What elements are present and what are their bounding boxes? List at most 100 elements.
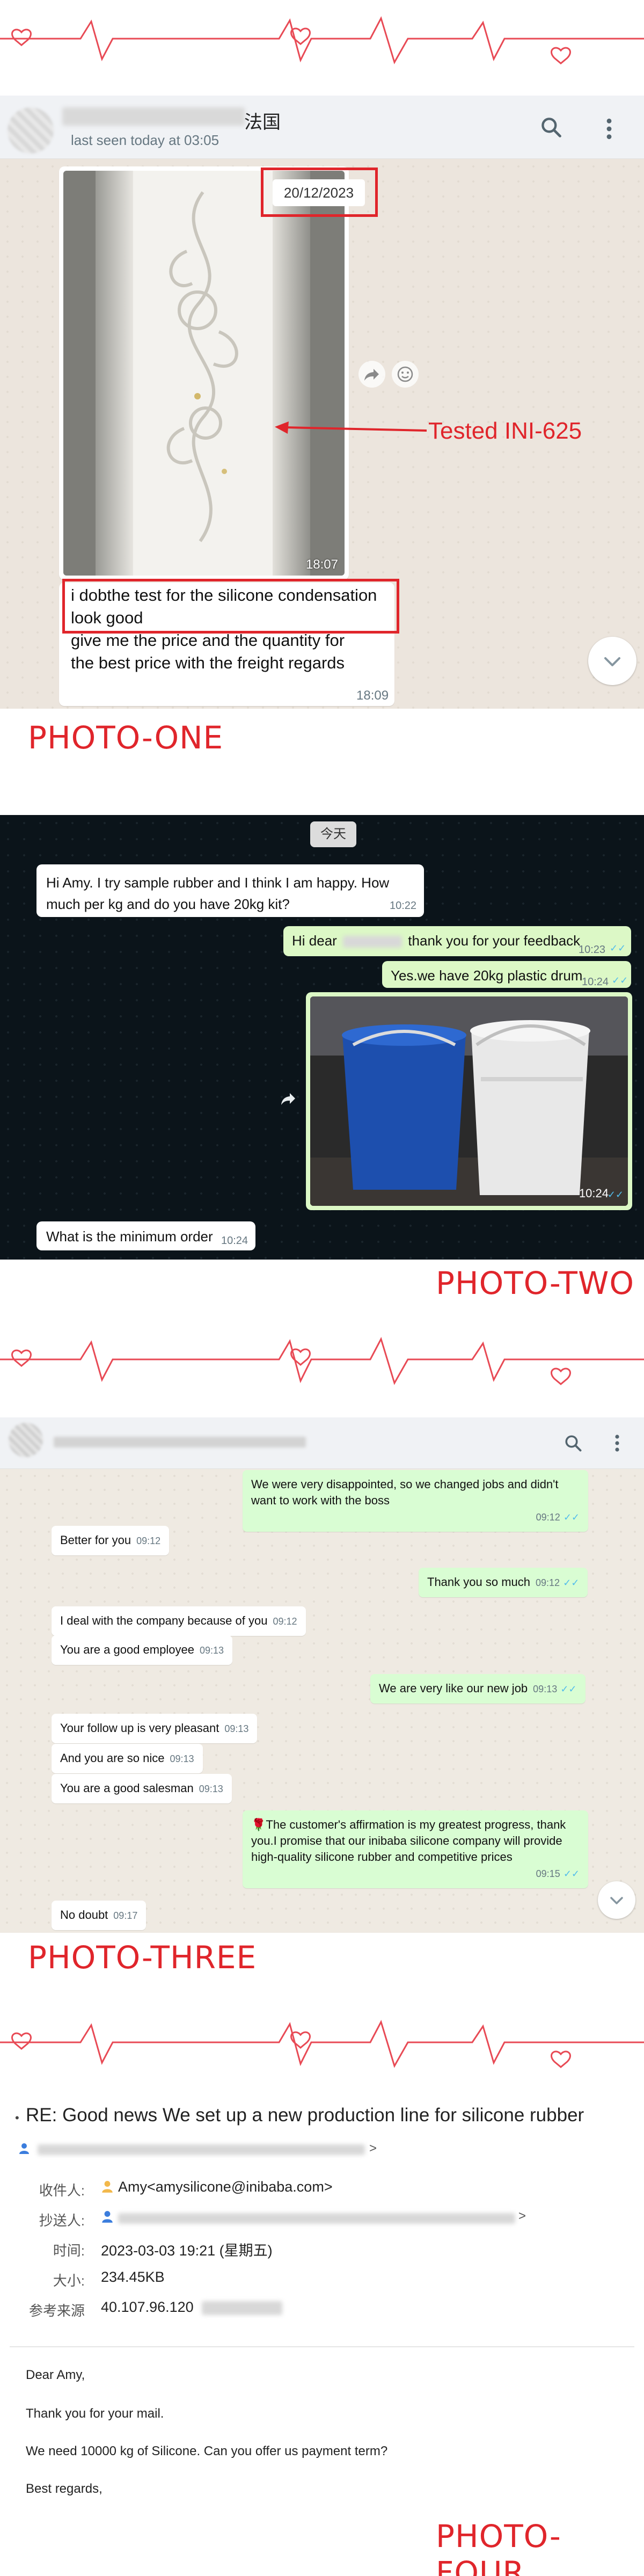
incoming-message[interactable]: Your follow up is very pleasant 09:13 — [52, 1714, 258, 1743]
time-label: 时间: — [53, 2243, 85, 2259]
more-options-icon[interactable] — [601, 117, 617, 141]
message-timestamp: 09:13 — [199, 1784, 223, 1794]
email-closing: Best regards, — [26, 2482, 103, 2496]
read-receipt-icon: ✓✓ — [607, 1189, 624, 1200]
contact-avatar[interactable] — [9, 1423, 43, 1457]
message-timestamp: 09:15 — [536, 1868, 560, 1879]
outgoing-message[interactable]: We were very disappointed, so we changed… — [243, 1470, 588, 1532]
message-text-suffix: thank you for your feedback — [408, 933, 581, 949]
message-text: Better for you — [60, 1533, 131, 1547]
message-text: give me the price and the quantity for t… — [71, 631, 345, 672]
read-receipt-icon: ✓✓ — [563, 1868, 580, 1879]
blurred-cc — [118, 2213, 515, 2224]
incoming-message[interactable]: You are a good employee 09:13 — [52, 1635, 232, 1665]
date-label: 20/12/2023 — [273, 179, 365, 206]
caption-photo-one: PHOTO-ONE — [28, 719, 224, 756]
message-timestamp: 09:13 — [224, 1723, 249, 1734]
message-timestamp: 18:09 — [356, 688, 389, 703]
search-icon[interactable] — [539, 115, 563, 139]
outgoing-message[interactable]: We are very like our new job 09:13 ✓✓ — [370, 1674, 586, 1704]
message-timestamp: 09:12 — [535, 1577, 560, 1588]
read-receipt-icon: ✓✓ — [560, 1684, 577, 1694]
annotation-arrow — [275, 421, 427, 434]
message-timestamp: 09:13 — [199, 1645, 224, 1656]
email-subject: RE: Good news We set up a new production… — [26, 2105, 584, 2126]
message-text: We were very disappointed, so we changed… — [251, 1478, 559, 1507]
message-timestamp: 10:23 — [579, 944, 606, 956]
message-text: And you are so nice — [60, 1751, 165, 1765]
message-highlight-text: i dobthe test for the silicone condensat… — [71, 586, 377, 627]
message-timestamp: 10:22 — [390, 900, 417, 912]
recipient-icon — [102, 2181, 113, 2193]
message-text: You are a good employee — [60, 1643, 194, 1656]
last-seen-status: last seen today at 03:05 — [71, 132, 219, 148]
sender-icon — [19, 2143, 29, 2154]
annotation-label: Tested INI-625 — [428, 418, 582, 444]
search-icon[interactable] — [564, 1433, 583, 1453]
caption-photo-two: PHOTO-TWO — [436, 1265, 634, 1301]
incoming-message[interactable]: No doubt 09:17 — [52, 1901, 147, 1930]
caption-photo-three: PHOTO-THREE — [28, 1939, 257, 1976]
header-divider — [10, 2346, 634, 2347]
message-text: We are very like our new job — [379, 1682, 528, 1695]
image-timestamp: 10:24 — [579, 1187, 609, 1200]
message-timestamp: 09:12 — [273, 1616, 297, 1627]
forward-icon[interactable] — [279, 1089, 298, 1108]
read-receipt-icon: ✓✓ — [563, 1512, 580, 1523]
outgoing-message[interactable]: 🌹The customer's affirmation is my greate… — [243, 1810, 588, 1888]
heartbeat-divider-top — [0, 16, 644, 64]
message-timestamp: 09:17 — [113, 1910, 138, 1921]
message-text-prefix: Hi dear — [292, 933, 337, 949]
blurred-contact-name — [54, 1437, 306, 1447]
heartbeat-divider-middle — [0, 1337, 644, 1385]
scroll-down-button[interactable] — [598, 1881, 635, 1919]
message-text: I deal with the company because of you — [60, 1614, 268, 1627]
message-timestamp: 09:13 — [170, 1753, 194, 1764]
incoming-message[interactable]: Better for you 09:12 — [52, 1526, 170, 1555]
plastic-drums-photo[interactable] — [310, 996, 628, 1206]
image-message-bubble[interactable]: 10:24 ✓✓ — [306, 992, 632, 1210]
to-value[interactable]: Amy<amysilicone@inibaba.com> — [118, 2179, 333, 2195]
source-label: 参考来源 — [28, 2303, 85, 2319]
message-timestamp: 10:24 — [221, 1235, 248, 1247]
cc-label: 抄送人: — [39, 2213, 85, 2229]
size-label: 大小: — [53, 2273, 85, 2289]
to-label: 收件人: — [39, 2182, 85, 2199]
bullet-icon: • — [15, 2111, 19, 2124]
blurred-name — [343, 936, 402, 948]
cc-icon — [102, 2211, 113, 2223]
scroll-down-button[interactable] — [588, 637, 636, 685]
email-greeting: Dear Amy, — [26, 2368, 85, 2382]
read-receipt-icon: ✓✓ — [612, 975, 628, 986]
sender-bracket: > — [369, 2141, 377, 2156]
email-body-line: We need 10000 kg of Silicone. Can you of… — [26, 2444, 388, 2458]
incoming-message[interactable]: Hi Amy. I try sample rubber and I think … — [36, 864, 424, 917]
contact-avatar[interactable] — [8, 107, 54, 154]
read-receipt-icon: ✓✓ — [563, 1577, 580, 1588]
silicone-mold-photo[interactable] — [63, 171, 345, 576]
message-text: Yes.we have 20kg plastic drum — [391, 967, 583, 984]
message-timestamp: 09:12 — [536, 1512, 560, 1523]
emoji-reaction-icon[interactable] — [392, 361, 419, 388]
cc-bracket: > — [518, 2209, 526, 2223]
outgoing-message[interactable]: Thank you so much 09:12 ✓✓ — [419, 1568, 588, 1597]
message-text: What is the minimum order — [46, 1228, 213, 1245]
blurred-sender — [38, 2144, 365, 2155]
image-message-bubble[interactable]: 18:07 — [59, 166, 349, 580]
incoming-message[interactable]: I deal with the company because of you 09… — [52, 1606, 306, 1636]
time-value: 2023-03-03 19:21 (星期五) — [101, 2243, 273, 2259]
blurred-contact-name — [62, 107, 245, 126]
caption-photo-four: PHOTO-FOUR — [436, 2518, 561, 2576]
more-options-icon[interactable] — [611, 1433, 624, 1453]
image-timestamp: 18:07 — [305, 557, 338, 572]
incoming-message[interactable]: And you are so nice 09:13 — [52, 1744, 203, 1773]
read-receipt-icon: ✓✓ — [610, 943, 626, 954]
message-text: Your follow up is very pleasant — [60, 1721, 219, 1735]
forward-icon[interactable] — [358, 361, 385, 388]
incoming-message[interactable]: You are a good salesman 09:13 — [52, 1774, 232, 1803]
message-text: You are a good salesman — [60, 1781, 194, 1795]
day-separator: 今天 — [310, 821, 356, 847]
email-body-line: Thank you for your mail. — [26, 2406, 164, 2421]
contact-name-suffix[interactable]: 法国 — [244, 107, 281, 134]
heartbeat-divider-bottom — [0, 2020, 644, 2068]
